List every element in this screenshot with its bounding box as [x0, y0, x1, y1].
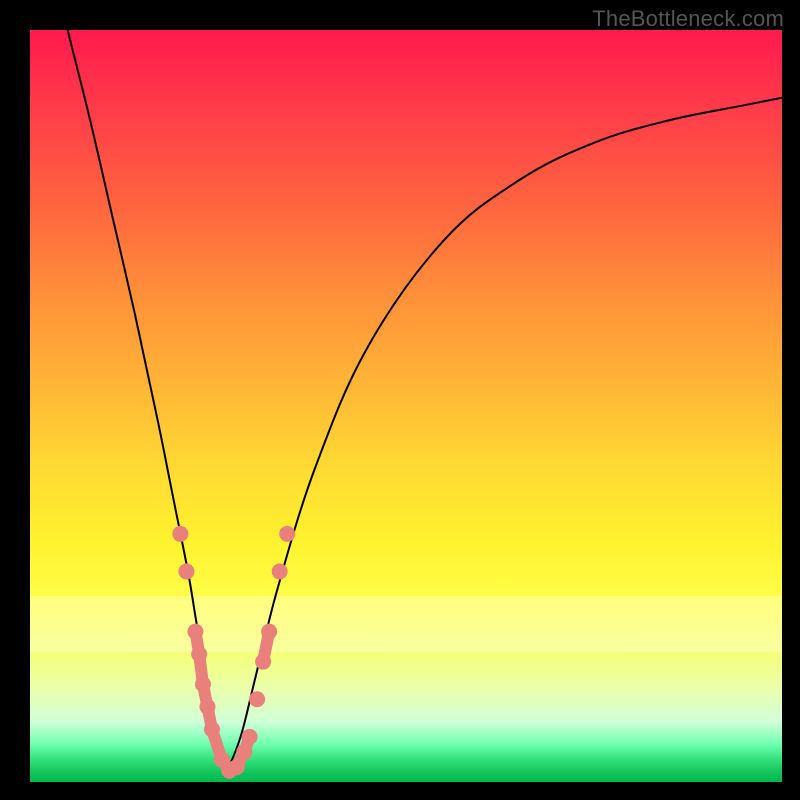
watermark-text: TheBottleneck.com — [592, 6, 784, 32]
data-node — [229, 759, 245, 775]
curve-right-arm — [226, 98, 782, 775]
data-node — [199, 699, 215, 715]
nodes-group — [172, 526, 295, 779]
data-node — [187, 624, 203, 640]
data-node — [204, 721, 220, 737]
bottleneck-curve-svg — [30, 30, 782, 782]
data-node — [195, 676, 211, 692]
data-node — [236, 744, 252, 760]
data-node — [255, 654, 271, 670]
data-node — [279, 526, 295, 542]
data-node — [178, 563, 194, 579]
data-node — [249, 691, 265, 707]
data-node — [242, 729, 258, 745]
data-node — [272, 563, 288, 579]
data-node — [172, 526, 188, 542]
data-node — [261, 624, 277, 640]
chart-frame — [30, 30, 782, 782]
data-node — [191, 646, 207, 662]
